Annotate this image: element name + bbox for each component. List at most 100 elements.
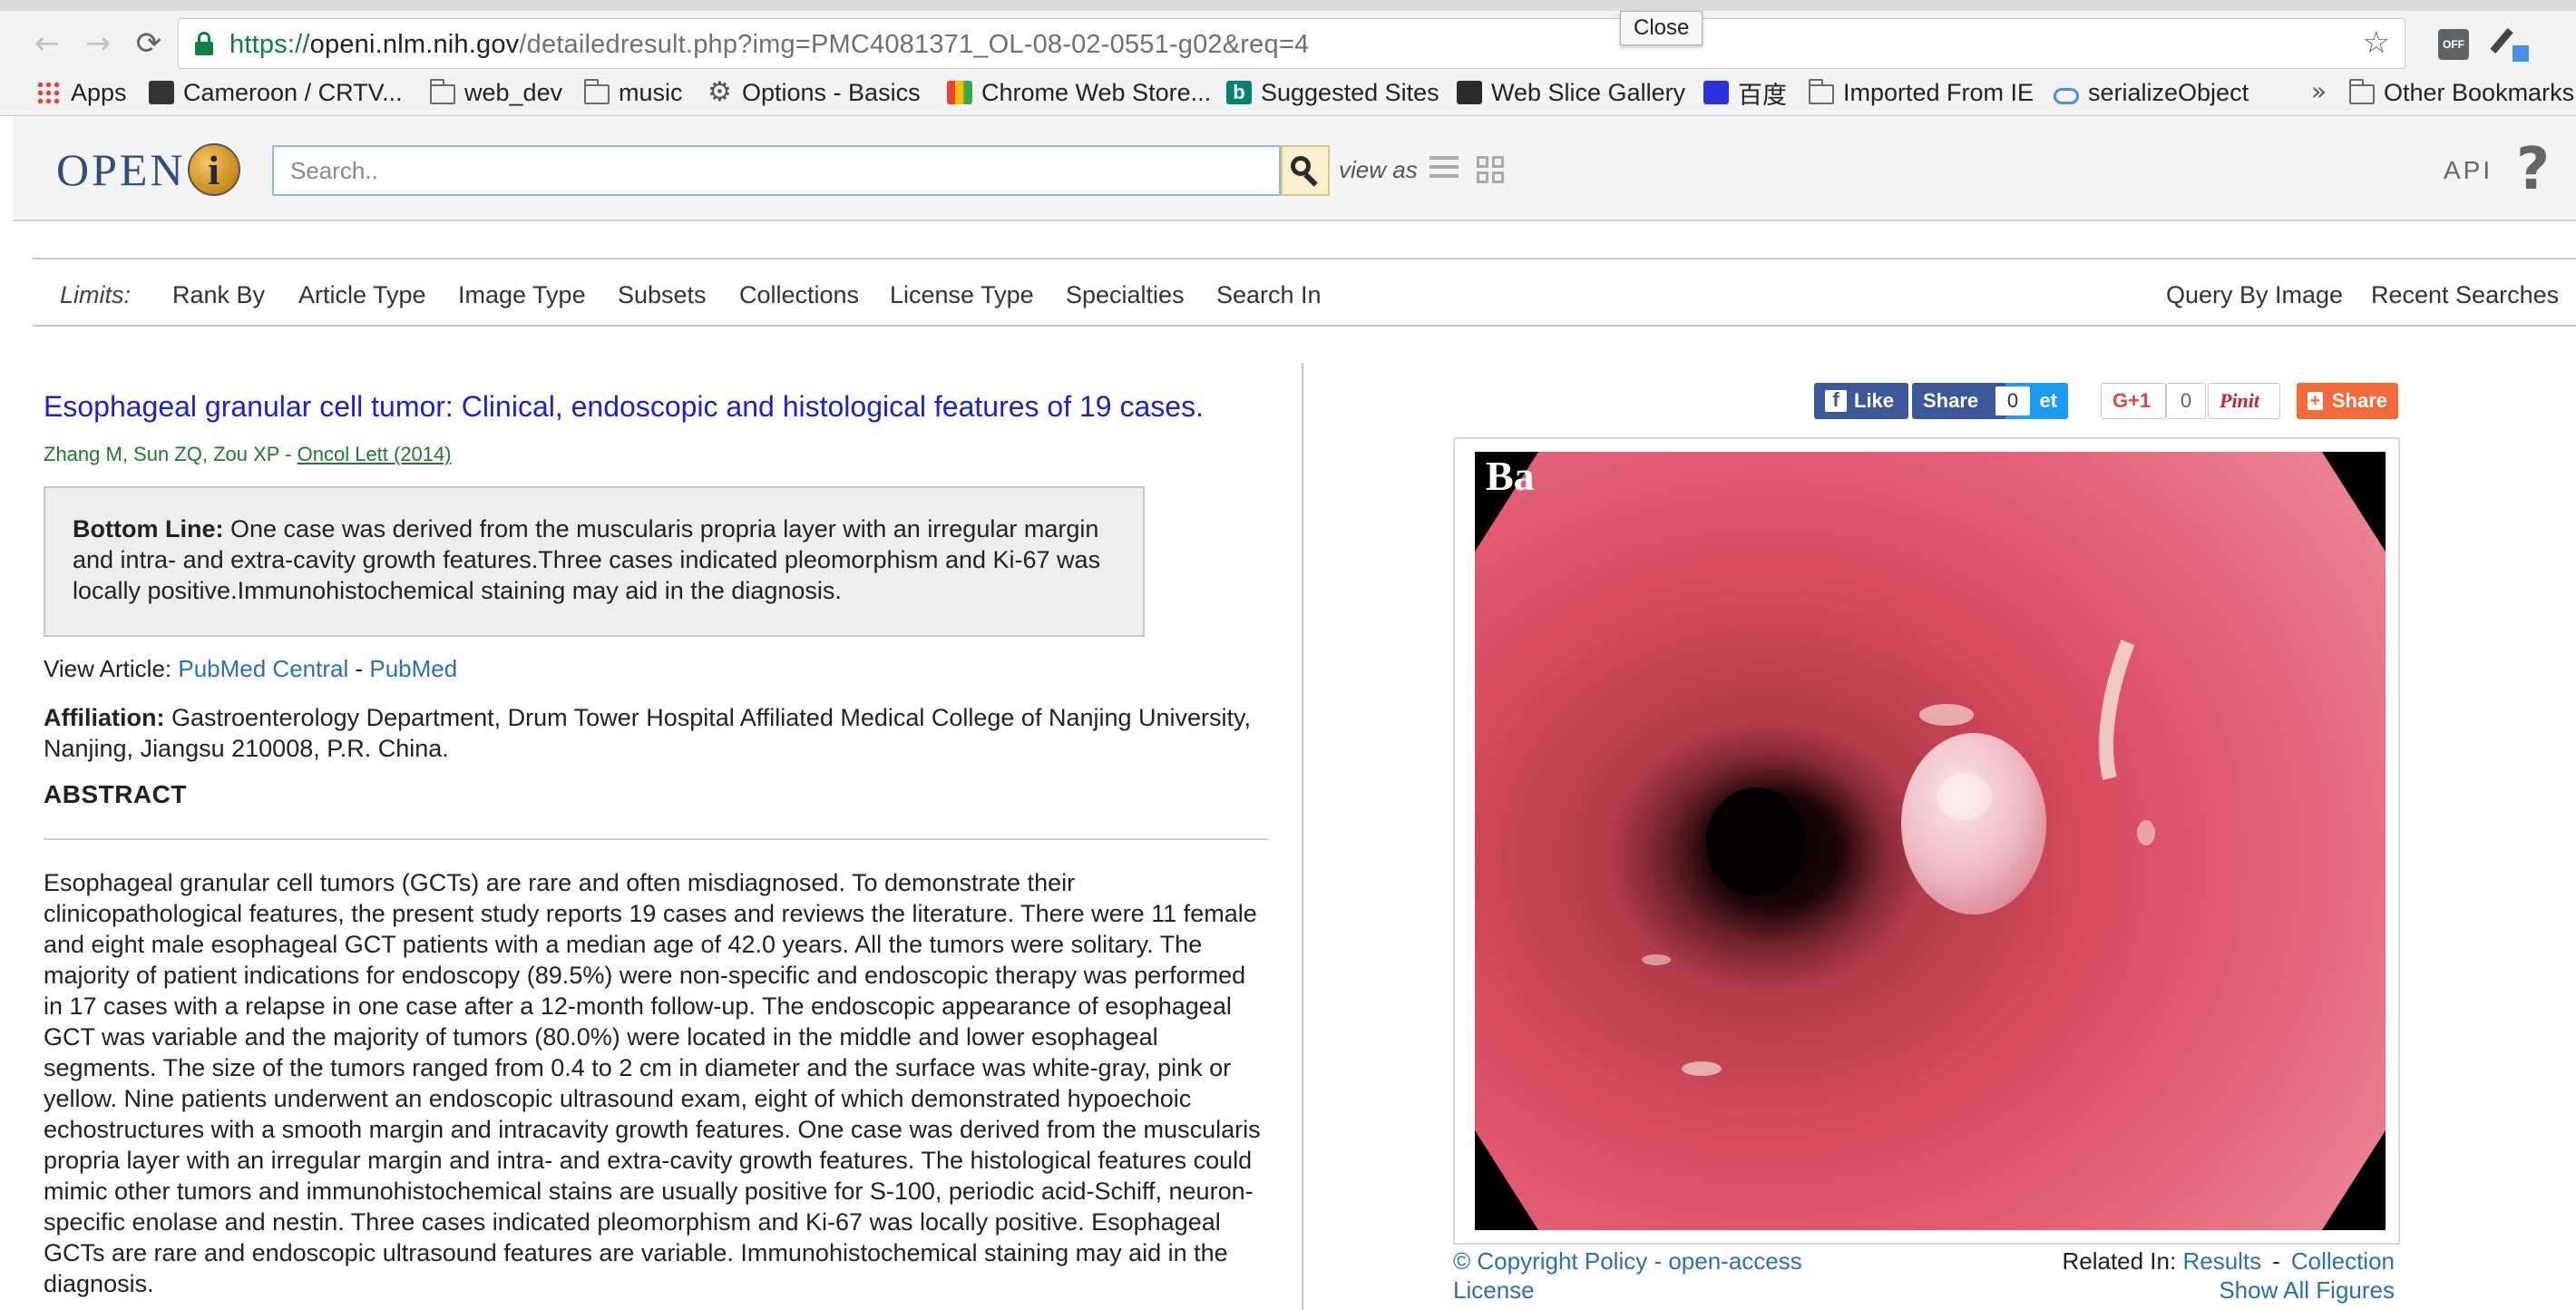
bookmark-serialize-object[interactable]: serializeObject — [2054, 76, 2249, 109]
collection-link[interactable]: Collection — [2291, 1247, 2395, 1275]
lock-icon — [195, 32, 213, 55]
grid-view-icon[interactable] — [1477, 156, 1506, 185]
color-picker-extension-icon[interactable] — [2490, 25, 2529, 62]
tweet-label: et — [2039, 389, 2057, 412]
folder-icon — [1809, 79, 1834, 104]
bookmark-apps[interactable]: Apps — [36, 76, 127, 109]
bookmark-label: music — [619, 78, 683, 106]
bookmark-folder-other-bookmarks[interactable]: Other Bookmarks — [2349, 76, 2574, 109]
limit-search-in[interactable]: Search In — [1216, 281, 1322, 309]
bookmark-options-basics[interactable]: ⚙ Options - Basics — [707, 76, 921, 109]
copyright-policy-link[interactable]: © Copyright Policy - open-access License — [1453, 1246, 1802, 1305]
bookmark-label: 百度 — [1738, 81, 1787, 109]
pubmed-link[interactable]: PubMed — [369, 655, 457, 682]
list-view-icon[interactable] — [1429, 156, 1459, 183]
abstract-heading: ABSTRACT — [44, 780, 187, 808]
share-label: Share — [2331, 389, 2387, 412]
search-icon — [1291, 156, 1320, 187]
figure-panel-label: Ba — [1486, 453, 1535, 499]
bookmarks-overflow-chevron-icon[interactable]: » — [2311, 76, 2327, 106]
bookmark-folder-music[interactable]: music — [584, 76, 683, 109]
url-scheme: https:// — [229, 30, 310, 59]
logo-i-icon: i — [187, 143, 240, 196]
pinit-label: Pinit — [2220, 389, 2260, 412]
journal-link[interactable]: Oncol Lett (2014) — [298, 443, 452, 465]
tab-strip — [0, 0, 2576, 11]
bookmark-label: Cameroon / CRTV... — [183, 78, 403, 106]
bookmark-star-icon[interactable]: ☆ — [2363, 24, 2390, 61]
limit-rank-by[interactable]: Rank By — [172, 281, 265, 309]
limit-collections[interactable]: Collections — [739, 281, 859, 309]
facebook-share-button[interactable]: Share — [1912, 383, 2006, 419]
results-link[interactable]: Results — [2182, 1247, 2261, 1275]
openi-logo[interactable]: OPEN i — [56, 143, 240, 196]
facebook-icon: f — [1825, 388, 1847, 412]
view-article-separator: - — [348, 655, 370, 682]
copyright-line-2: License — [1453, 1276, 1535, 1304]
pubmed-central-link[interactable]: PubMed Central — [178, 655, 348, 682]
endoscopy-image — [1475, 452, 2386, 1230]
copyright-line-1: © Copyright Policy - open-access — [1453, 1247, 1802, 1275]
affiliation-text: Gastroenterology Department, Drum Tower … — [44, 704, 1252, 762]
search-button[interactable] — [1281, 145, 1330, 196]
authors-text: Zhang M, Sun ZQ, Zou XP — [44, 443, 280, 465]
extension-off-icon[interactable]: OFF — [2438, 29, 2469, 60]
gplus-label: G+1 — [2113, 389, 2152, 412]
bookmark-label: Imported From IE — [1843, 78, 2034, 106]
query-by-image-link[interactable]: Query By Image — [2166, 281, 2343, 309]
bookmark-baidu[interactable]: 百度 — [1703, 76, 1787, 109]
back-arrow-icon[interactable]: ← — [25, 22, 69, 65]
web-slice-icon — [1457, 81, 1482, 104]
limits-label: Limits: — [60, 281, 132, 308]
bookmark-label: Chrome Web Store... — [981, 78, 1212, 106]
url-host: openi.nlm.nih.gov — [309, 30, 520, 59]
limit-specialties[interactable]: Specialties — [1066, 281, 1185, 309]
article-title-link[interactable]: Esophageal granular cell tumor: Clinical… — [44, 390, 1204, 424]
figure-frame: Ba — [1453, 437, 2400, 1245]
tweet-count: 0 — [1995, 386, 2030, 415]
bookmark-label: Other Bookmarks — [2384, 78, 2575, 106]
endoscopy-figure-image[interactable]: Ba — [1475, 452, 2386, 1230]
google-plus-button[interactable]: G+1 — [2101, 383, 2166, 419]
bookmark-label: Apps — [71, 78, 127, 106]
url-path: /detailedresult.php?img=PMC4081371_OL-08… — [519, 30, 1310, 59]
limit-license-type[interactable]: License Type — [890, 281, 1034, 309]
gear-icon: ⚙ — [707, 76, 732, 108]
limit-image-type[interactable]: Image Type — [458, 281, 586, 309]
facebook-like-button[interactable]: f Like — [1814, 383, 1908, 419]
site-header: OPEN i view as API ? — [13, 116, 2576, 221]
search-input[interactable] — [272, 145, 1281, 196]
bookmark-label: web_dev — [464, 78, 563, 106]
bookmark-label: Web Slice Gallery — [1491, 78, 1686, 106]
reload-icon[interactable]: ⟳ — [127, 22, 171, 65]
abstract-text: Esophageal granular cell tumors (GCTs) a… — [44, 869, 1261, 1297]
article-authors: Zhang M, Sun ZQ, Zou XP - Oncol Lett (20… — [44, 443, 452, 466]
pinterest-pinit-button[interactable]: Pinit — [2208, 383, 2280, 419]
show-all-figures-link[interactable]: Show All Figures — [2219, 1276, 2395, 1304]
related-in-row: Related In: Results - Collection — [2062, 1246, 2395, 1276]
api-link[interactable]: API — [2444, 156, 2493, 185]
bookmark-web-slice-gallery[interactable]: Web Slice Gallery — [1457, 76, 1685, 109]
bookmark-chrome-web-store[interactable]: Chrome Web Store... — [947, 76, 1211, 109]
bookmark-suggested-sites[interactable]: b Suggested Sites — [1226, 76, 1439, 109]
bookmark-cameroon-crtv[interactable]: Cameroon / CRTV... — [149, 76, 403, 109]
limit-article-type[interactable]: Article Type — [298, 281, 426, 309]
limit-subsets[interactable]: Subsets — [618, 281, 707, 309]
address-bar[interactable]: https://openi.nlm.nih.gov/detailedresult… — [178, 18, 2405, 69]
bookmark-folder-web-dev[interactable]: web_dev — [430, 76, 562, 109]
forward-arrow-icon[interactable]: → — [76, 22, 120, 65]
bottom-line-box: Bottom Line: One case was derived from t… — [44, 486, 1145, 637]
help-question-icon[interactable]: ? — [2516, 136, 2550, 203]
addthis-share-button[interactable]: + Share — [2297, 383, 2398, 419]
limits-bar: Limits: Rank By Article Type Image Type … — [33, 258, 2576, 327]
folder-icon — [430, 79, 455, 104]
recent-searches-link[interactable]: Recent Searches — [2371, 281, 2559, 309]
related-in-label: Related In: — [2062, 1247, 2183, 1275]
folder-icon — [584, 79, 610, 104]
column-divider — [1302, 363, 1303, 1310]
bookmark-folder-imported-from-ie[interactable]: Imported From IE — [1809, 76, 2034, 109]
related-separator: - — [2272, 1247, 2280, 1275]
fb-like-label: Like — [1854, 389, 1895, 412]
google-plus-count: 0 — [2166, 383, 2206, 419]
baidu-paw-icon — [1703, 81, 1729, 104]
